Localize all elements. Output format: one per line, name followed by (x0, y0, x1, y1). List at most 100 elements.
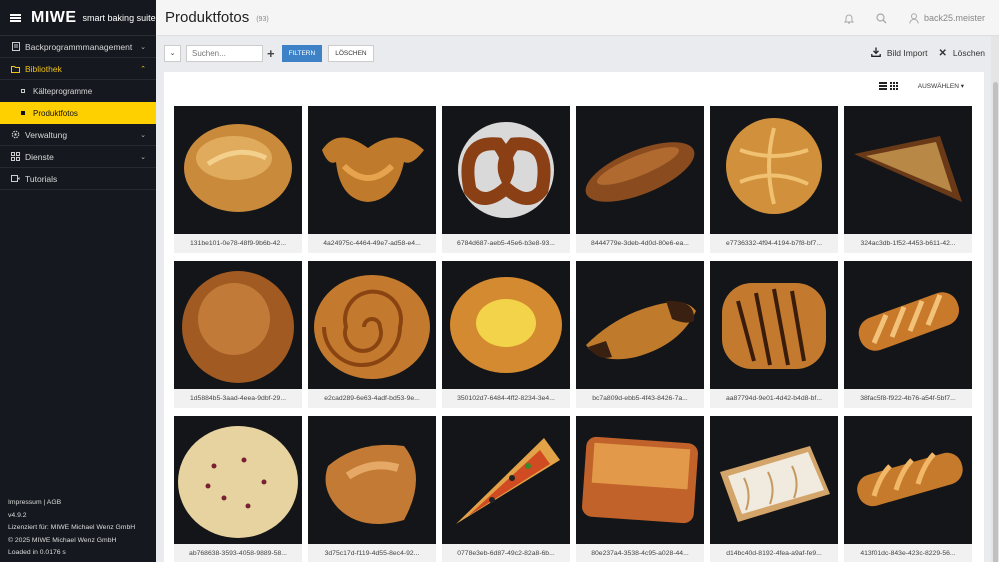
photo-card[interactable]: 80e237a4-3538-4c95-a028-44... (576, 416, 704, 562)
ham-croissant-image (325, 444, 416, 524)
brand-tagline: smart baking suite (82, 12, 156, 23)
chocolate-croissant-image (586, 300, 696, 360)
photo-gallery-panel: AUSWÄHLEN ▾ 131be101-0e78-48f9-9b6b-42..… (164, 72, 984, 562)
user-menu[interactable]: back25.meister (909, 12, 985, 24)
sidebar-item-dienste[interactable]: Dienste ⌄ (0, 146, 156, 168)
photo-caption: 6784d687-aeb5-45e6-b3e8-93... (457, 240, 555, 247)
video-icon (11, 174, 20, 183)
sidebar-item-label: Tutorials (25, 173, 58, 184)
brand-bar: MIWE smart baking suite (0, 0, 156, 36)
search-input[interactable] (186, 44, 263, 62)
photo-thumbnail[interactable] (576, 416, 704, 544)
photo-caption: 80e237a4-3538-4c95-a028-44... (591, 550, 689, 557)
sidebar-subitem-produktfotos[interactable]: Produktfotos (0, 102, 156, 124)
sidebar-subitem-label: Kälteprogramme (33, 86, 93, 96)
photo-thumbnail[interactable] (442, 416, 570, 544)
photo-caption: 8444779e-3deb-4d0d-80e6-ea... (591, 240, 689, 247)
photo-thumbnail[interactable] (174, 106, 302, 234)
photo-thumbnail[interactable] (710, 261, 838, 389)
photo-card[interactable]: 38fac5f8-f922-4b76-a54f-5bf7... (844, 261, 972, 408)
delete-button[interactable]: ✕ Löschen (938, 48, 985, 59)
photo-card[interactable]: e7736332-4f94-4194-b7f8-bf7... (710, 106, 838, 253)
photo-thumbnail[interactable] (710, 106, 838, 234)
footer-links[interactable]: Impressum | AGB (8, 497, 135, 510)
photo-card[interactable]: 1d5884b5-3aad-4eea-9dbf-29... (174, 261, 302, 408)
sidebar-subitem-label: Produktfotos (33, 108, 78, 118)
photo-card[interactable]: ab768638-3593-4058-9889-58... (174, 416, 302, 562)
photo-count: (93) (256, 15, 269, 23)
clear-filter-button[interactable]: LÖSCHEN (328, 44, 374, 62)
photo-thumbnail[interactable] (576, 106, 704, 234)
chocolate-plait-image (722, 283, 826, 369)
bullet-icon (21, 111, 25, 115)
photo-caption: aa87794d-9e01-4d42-b4d8-bf... (726, 395, 822, 402)
close-icon: ✕ (938, 47, 947, 59)
list-view-icon[interactable] (878, 82, 887, 90)
pizza-slice-image (456, 438, 560, 524)
photo-thumbnail[interactable] (174, 416, 302, 544)
twist-stick-image (857, 452, 963, 507)
filter-button[interactable]: FILTERN (281, 44, 323, 62)
license-text: Lizenziert für: MIWE Michael Wenz GmbH (8, 524, 136, 532)
chevron-down-icon: ⌄ (140, 131, 146, 139)
download-icon (870, 47, 881, 60)
photo-card[interactable]: 324ac3db-1f52-4453-b611-42... (844, 106, 972, 253)
photo-card[interactable]: 6784d687-aeb5-45e6-b3e8-93... (442, 106, 570, 253)
scrollbar[interactable] (991, 36, 999, 562)
photo-card[interactable]: d14bc40d-8192-4fea-a9af-fe9... (710, 416, 838, 562)
sidebar-item-verwaltung[interactable]: Verwaltung ⌄ (0, 124, 156, 146)
photo-card[interactable]: 3d75c17d-f119-4d55-8ec4-92... (308, 416, 436, 562)
photo-thumbnail[interactable] (844, 416, 972, 544)
photo-thumbnail[interactable] (308, 261, 436, 389)
menu-icon[interactable] (10, 13, 21, 22)
cinnamon-swirl-image (314, 275, 430, 379)
search-icon[interactable] (876, 12, 887, 24)
photo-grid: 131be101-0e78-48f9-9b6b-42... 4a24975c-44… (174, 106, 972, 562)
sidebar-item-bibliothek[interactable]: Bibliothek ⌃ (0, 58, 156, 80)
gear-icon (11, 130, 20, 139)
photo-thumbnail[interactable] (710, 416, 838, 544)
croissant-image (322, 137, 424, 202)
grid-icon (11, 152, 20, 161)
filter-toggle-button[interactable]: ⌄ (164, 44, 181, 62)
view-controls: AUSWÄHLEN ▾ (878, 82, 964, 90)
photo-thumbnail[interactable] (442, 261, 570, 389)
photo-thumbnail[interactable] (174, 261, 302, 389)
photo-thumbnail[interactable] (844, 106, 972, 234)
photo-thumbnail[interactable] (576, 261, 704, 389)
select-dropdown[interactable]: AUSWÄHLEN ▾ (918, 82, 964, 90)
photo-thumbnail[interactable] (844, 261, 972, 389)
sidebar-subitem-kaelteprogramme[interactable]: Kälteprogramme (0, 80, 156, 102)
photo-caption: 4a24975c-4464-49e7-ad58-e4... (323, 240, 421, 247)
photo-caption: 1d5884b5-3aad-4eea-9dbf-29... (190, 395, 286, 402)
photo-caption: 350102d7-6484-4ff2-8234-3e4... (457, 395, 555, 402)
add-filter-button[interactable]: + (267, 46, 275, 61)
sidebar-item-tutorials[interactable]: Tutorials (0, 168, 156, 190)
photo-caption: e7736332-4f94-4194-b7f8-bf7... (726, 240, 822, 247)
photo-card[interactable]: 413f01dc-843e-423c-8229-56... (844, 416, 972, 562)
grid-view-icon[interactable] (889, 82, 898, 90)
photo-card[interactable]: 0778e3eb-6d87-49c2-82a8-6b... (442, 416, 570, 562)
custard-danish-image (450, 277, 562, 373)
photo-thumbnail[interactable] (308, 106, 436, 234)
photo-card[interactable]: aa87794d-9e01-4d42-b4d8-bf... (710, 261, 838, 408)
photo-card[interactable]: 4a24975c-4464-49e7-ad58-e4... (308, 106, 436, 253)
bell-icon[interactable] (843, 13, 854, 24)
bild-import-button[interactable]: Bild Import (870, 47, 927, 60)
bread-roll-image (184, 124, 292, 212)
photo-card[interactable]: 8444779e-3deb-4d0d-80e6-ea... (576, 106, 704, 253)
sidebar-item-label: Backprogrammmanagement (25, 41, 133, 52)
photo-card[interactable]: 350102d7-6484-4ff2-8234-3e4... (442, 261, 570, 408)
photo-card[interactable]: bc7a809d-ebb5-4f43-8426-7a... (576, 261, 704, 408)
photo-card[interactable]: 131be101-0e78-48f9-9b6b-42... (174, 106, 302, 253)
photo-caption: ab768638-3593-4058-9889-58... (189, 550, 287, 557)
top-header: Produktfotos (93) back25.meister (156, 0, 999, 36)
photo-thumbnail[interactable] (442, 106, 570, 234)
sidebar-item-backprogrammmanagement[interactable]: Backprogrammmanagement ⌄ (0, 36, 156, 58)
pastry-stick-image (858, 292, 960, 351)
scrollbar-thumb[interactable] (993, 82, 998, 562)
page-title: Produktfotos (165, 9, 250, 26)
pretzel-image (458, 122, 554, 218)
photo-thumbnail[interactable] (308, 416, 436, 544)
photo-card[interactable]: e2cad289-6e63-4adf-bd53-9e... (308, 261, 436, 408)
